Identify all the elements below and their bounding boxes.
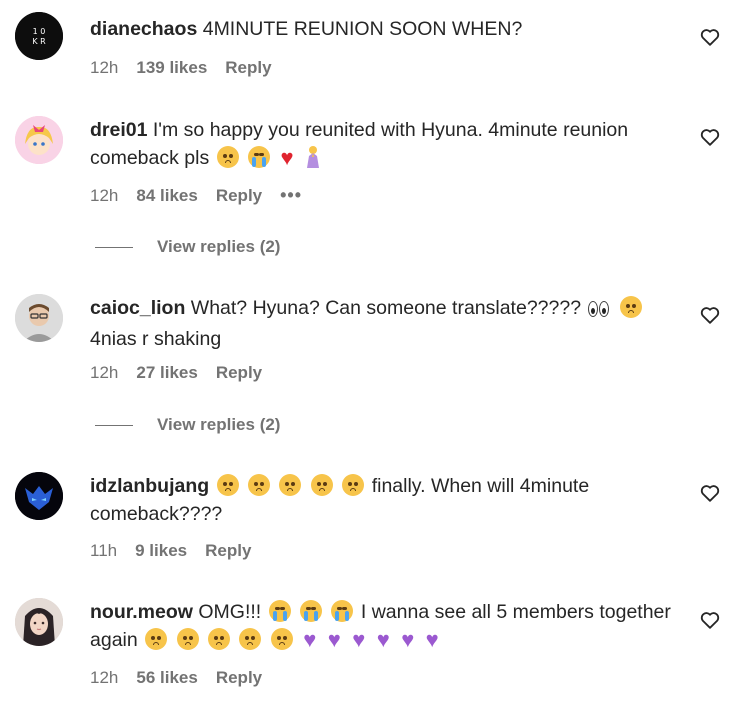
view-replies-label: View replies (2) (157, 237, 281, 256)
comment-time: 12h (90, 58, 119, 77)
avatar[interactable] (15, 116, 63, 164)
more-options-icon[interactable]: ••• (280, 185, 302, 206)
comment-meta: 12h 84 likes Reply ••• (90, 185, 320, 206)
comment-time: 12h (90, 668, 119, 687)
heart-outline-icon[interactable] (699, 26, 721, 48)
dizzy-face-emoji (619, 296, 642, 318)
pleading-face-emoji (342, 474, 365, 496)
comment-text: 4MINUTE REUNION SOON WHEN? (202, 18, 523, 40)
comment-body: nour.meow OMG!!! I wanna see all 5 membe… (90, 598, 685, 654)
pleading-face-emoji (279, 474, 302, 496)
reply-button[interactable]: Reply (225, 58, 271, 78)
reply-button[interactable]: Reply (216, 186, 262, 206)
avatar-anime-icon (15, 116, 63, 164)
comment-time: 11h (90, 541, 118, 560)
holding-back-tears-emoji (176, 628, 199, 650)
purple-heart-emoji: ♥ (376, 627, 390, 652)
reply-button[interactable]: Reply (216, 363, 262, 383)
avatar[interactable]: 1 0 K R (15, 12, 63, 60)
comment-likes[interactable]: 56 likes (136, 668, 197, 688)
comment-username[interactable]: dianechaos (90, 18, 197, 40)
holding-back-tears-emoji (207, 628, 230, 650)
comment-username[interactable]: nour.meow (90, 601, 193, 623)
comment-meta: 12h 56 likes Reply (90, 668, 280, 688)
holding-back-tears-emoji (239, 628, 262, 650)
sob-face-emoji (300, 600, 323, 622)
avatar-photo-icon (15, 294, 63, 342)
heart-outline-icon[interactable] (699, 609, 721, 631)
avatar[interactable] (15, 598, 63, 646)
comment-text: What? Hyuna? Can someone translate????? (190, 297, 582, 319)
svg-text:1 0: 1 0 (33, 27, 46, 36)
pleading-face-emoji (216, 146, 239, 168)
view-replies-label: View replies (2) (157, 415, 281, 434)
comment-text-line2: 4nias r shaking (90, 328, 222, 350)
comment-username[interactable]: idzlanbujang (90, 475, 209, 497)
comment-meta: 12h 139 likes Reply (90, 58, 290, 78)
svg-text:K R: K R (32, 37, 46, 46)
sob-face-emoji (248, 146, 271, 168)
comment-likes[interactable]: 9 likes (135, 541, 187, 561)
holding-back-tears-emoji (270, 628, 293, 650)
heart-outline-icon[interactable] (699, 304, 721, 326)
comment-meta: 11h 9 likes Reply (90, 541, 269, 561)
comment-body: idzlanbujang finally. When will 4minute … (90, 472, 685, 528)
purple-heart-emoji: ♥ (425, 627, 439, 652)
comment-body: drei01 I'm so happy you reunited with Hy… (90, 116, 685, 172)
avatar[interactable] (15, 294, 63, 342)
reply-button[interactable]: Reply (216, 668, 262, 688)
comment-time: 12h (90, 363, 119, 382)
pleading-face-emoji (216, 474, 239, 496)
comment-body: caioc_lion What? Hyuna? Can someone tran… (90, 294, 685, 353)
avatar-portrait-icon (15, 598, 63, 646)
avatar-logo-icon: 1 0 K R (15, 12, 63, 60)
comment-body: dianechaos 4MINUTE REUNION SOON WHEN? (90, 15, 685, 43)
purple-heart-emoji: ♥ (401, 627, 415, 652)
divider-line (95, 424, 133, 426)
comment-likes[interactable]: 27 likes (136, 363, 197, 383)
comment-username[interactable]: caioc_lion (90, 297, 185, 319)
red-heart-emoji: ♥ (280, 145, 294, 170)
person-praying-emoji (306, 146, 319, 168)
heart-outline-icon[interactable] (699, 482, 721, 504)
avatar-wolf-icon (15, 472, 63, 520)
view-replies-button[interactable]: View replies (2) (95, 415, 280, 435)
comment-username[interactable]: drei01 (90, 119, 147, 141)
reply-button[interactable]: Reply (205, 541, 251, 561)
pleading-face-emoji (310, 474, 333, 496)
avatar[interactable] (15, 472, 63, 520)
pleading-face-emoji (248, 474, 271, 496)
comment-time: 12h (90, 185, 119, 205)
sob-face-emoji (331, 600, 354, 622)
purple-heart-emoji: ♥ (352, 627, 366, 652)
comment-meta: 12h 27 likes Reply (90, 363, 280, 383)
holding-back-tears-emoji (145, 628, 168, 650)
comment-likes[interactable]: 139 likes (136, 58, 207, 78)
purple-heart-emoji: ♥ (303, 627, 317, 652)
view-replies-button[interactable]: View replies (2) (95, 237, 280, 257)
heart-outline-icon[interactable] (699, 126, 721, 148)
divider-line (95, 246, 133, 248)
comment-text: I'm so happy you reunited with Hyuna. 4m… (90, 119, 629, 169)
eyes-emoji (588, 297, 610, 325)
comment-likes[interactable]: 84 likes (136, 186, 197, 206)
purple-heart-emoji: ♥ (327, 627, 341, 652)
comment-text: OMG!!! (198, 601, 262, 623)
sob-face-emoji (268, 600, 291, 622)
